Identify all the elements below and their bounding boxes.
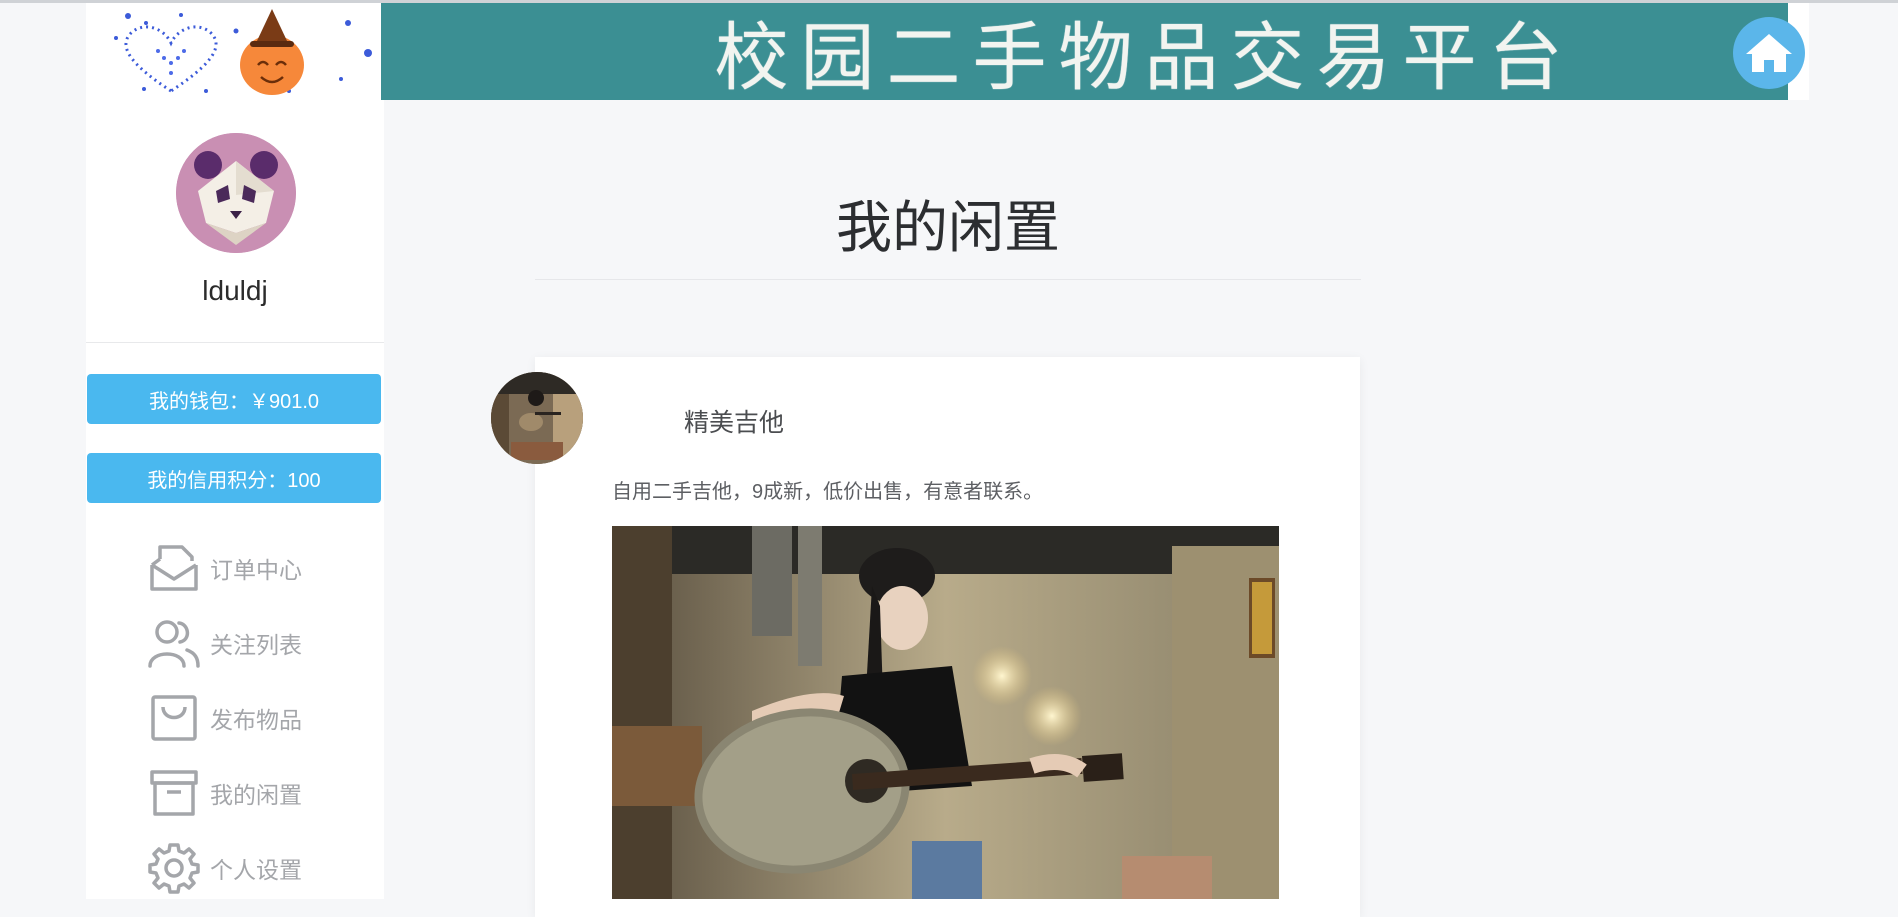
seller-avatar-image — [491, 372, 583, 464]
item-photo[interactable] — [612, 526, 1279, 899]
sidebar-item-label: 订单中心 — [210, 557, 302, 583]
item-name-link[interactable]: 精美吉他 — [684, 403, 784, 439]
envelope-open-icon — [146, 540, 202, 596]
sidebar-item-label: 关注列表 — [210, 632, 302, 658]
sidebar-item-orders[interactable]: 订单中心 — [146, 538, 366, 598]
page-title: 我的闲置 — [836, 196, 1060, 259]
username: lduldj — [202, 275, 268, 306]
title-divider — [535, 279, 1361, 280]
sidebar-item-my-items[interactable]: 我的闲置 — [146, 763, 366, 823]
home-icon — [1746, 34, 1792, 72]
users-icon — [146, 615, 202, 671]
wallet-button[interactable]: 我的钱包：￥901.0 — [87, 374, 381, 424]
sidebar-item-following[interactable]: 关注列表 — [146, 613, 366, 673]
sidebar-item-publish[interactable]: 发布物品 — [146, 688, 366, 748]
sidebar-divider — [86, 342, 384, 343]
sidebar-item-label: 我的闲置 — [210, 782, 302, 808]
item-description: 自用二手吉他，9成新，低价出售，有意者联系。 — [612, 481, 1044, 503]
sidebar: lduldj 我的钱包：￥901.0 我的信用积分：100 订单中心 关注列表 … — [86, 100, 384, 899]
site-header: 校园二手物品交易平台 — [86, 3, 1809, 101]
guitar-photo-image — [612, 526, 1279, 899]
sidebar-item-settings[interactable]: 个人设置 — [146, 838, 366, 898]
archive-box-icon — [146, 765, 202, 821]
seller-avatar[interactable] — [491, 372, 583, 464]
home-button[interactable] — [1733, 17, 1805, 89]
banner: 校园二手物品交易平台 — [381, 3, 1788, 101]
shopping-bag-icon — [146, 690, 202, 746]
user-avatar[interactable] — [176, 133, 296, 253]
credit-score-button[interactable]: 我的信用积分：100 — [87, 453, 381, 503]
logo-illustration — [114, 9, 372, 95]
panda-avatar-image — [176, 133, 296, 253]
site-logo[interactable] — [86, 3, 381, 100]
gear-icon — [146, 840, 202, 896]
sidebar-item-label: 发布物品 — [210, 707, 302, 733]
banner-title: 校园二手物品交易平台 — [714, 15, 1575, 101]
sidebar-item-label: 个人设置 — [210, 857, 302, 883]
